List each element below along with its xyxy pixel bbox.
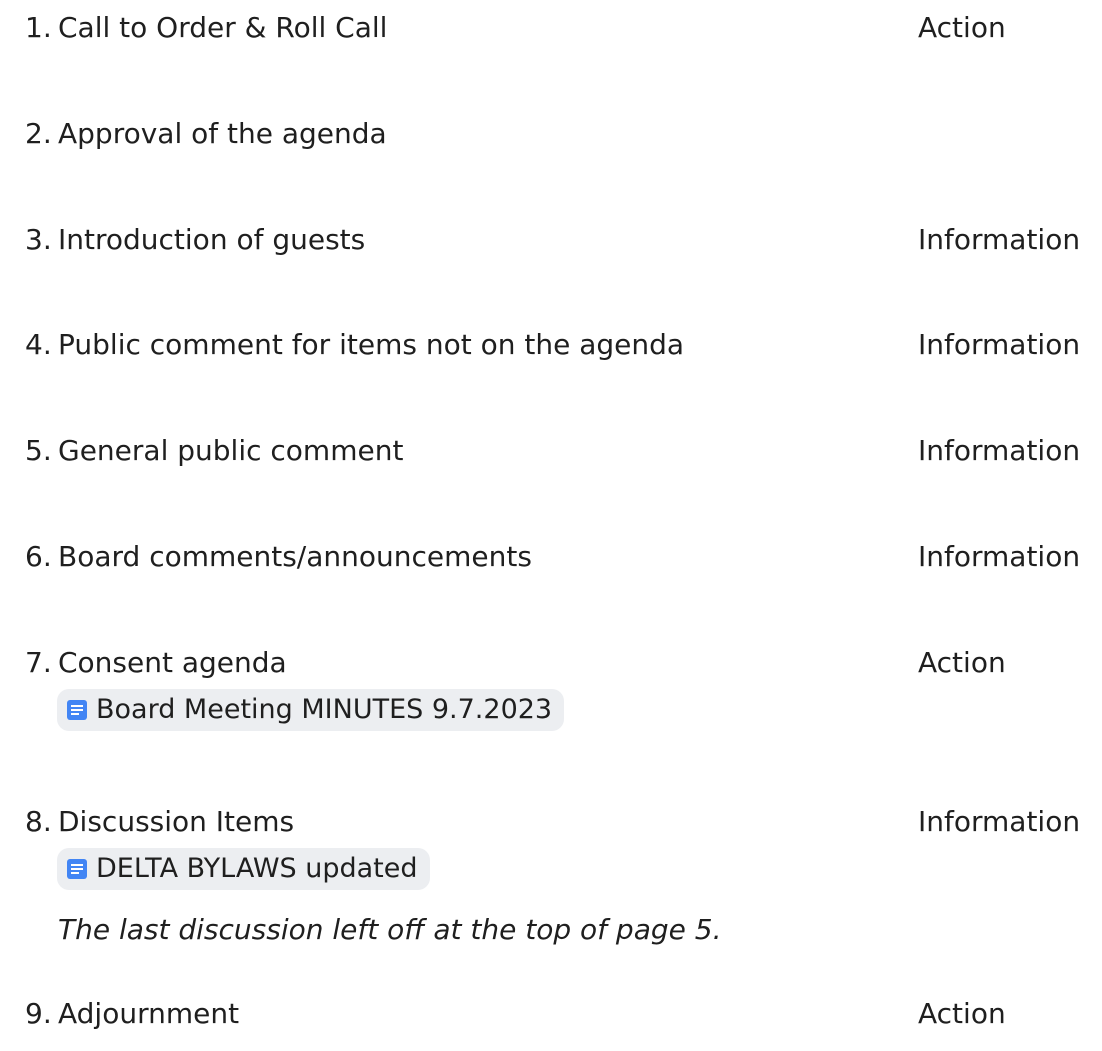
item-note: The last discussion left off at the top … xyxy=(58,913,722,946)
item-type: Information xyxy=(918,540,1081,573)
item-type: Information xyxy=(918,434,1081,467)
doc-icon xyxy=(66,699,88,721)
item-number: 6. xyxy=(25,540,52,573)
item-title: Approval of the agenda xyxy=(58,117,387,150)
item-number: 1. xyxy=(25,11,52,44)
item-number: 4. xyxy=(25,328,52,361)
item-number: 2. xyxy=(25,117,52,150)
item-title: General public comment xyxy=(58,434,404,467)
agenda-item-8: 8. Discussion Items Information DELTA BY… xyxy=(0,794,1102,946)
item-number: 9. xyxy=(25,997,52,1030)
item-type: Action xyxy=(918,11,1006,44)
item-type: Action xyxy=(918,646,1006,679)
agenda-item-5: 5. General public comment Information xyxy=(0,423,1102,479)
item-number: 7. xyxy=(25,646,52,679)
agenda-item-1: 1. Call to Order & Roll Call Action xyxy=(0,0,1102,56)
item-number: 3. xyxy=(25,223,52,256)
item-title: Call to Order & Roll Call xyxy=(58,11,388,44)
agenda-item-9: 9. Adjournment Action xyxy=(0,986,1102,1042)
item-type: Action xyxy=(918,997,1006,1030)
item-type: Information xyxy=(918,223,1081,256)
item-type: Information xyxy=(918,805,1081,838)
item-title: Discussion Items xyxy=(58,805,295,838)
item-title: Adjournment xyxy=(58,997,240,1030)
agenda-item-2: 2. Approval of the agenda xyxy=(0,106,1102,162)
item-title: Board comments/announcements xyxy=(58,540,532,573)
attachment-label: Board Meeting MINUTES 9.7.2023 xyxy=(96,694,553,725)
attachment-chip-bylaws[interactable]: DELTA BYLAWS updated xyxy=(57,848,430,890)
agenda-item-3: 3. Introduction of guests Information xyxy=(0,212,1102,268)
item-number: 8. xyxy=(25,805,52,838)
item-title: Introduction of guests xyxy=(58,223,366,256)
doc-icon xyxy=(66,858,88,880)
item-title: Public comment for items not on the agen… xyxy=(58,328,685,361)
item-type: Information xyxy=(918,328,1081,361)
attachment-label: DELTA BYLAWS updated xyxy=(96,853,418,884)
agenda-item-7: 7. Consent agenda Action Board Meeting M… xyxy=(0,635,1102,731)
agenda-item-4: 4. Public comment for items not on the a… xyxy=(0,317,1102,373)
attachment-chip-minutes[interactable]: Board Meeting MINUTES 9.7.2023 xyxy=(57,689,565,731)
item-title: Consent agenda xyxy=(58,646,287,679)
item-number: 5. xyxy=(25,434,52,467)
agenda-item-6: 6. Board comments/announcements Informat… xyxy=(0,529,1102,585)
